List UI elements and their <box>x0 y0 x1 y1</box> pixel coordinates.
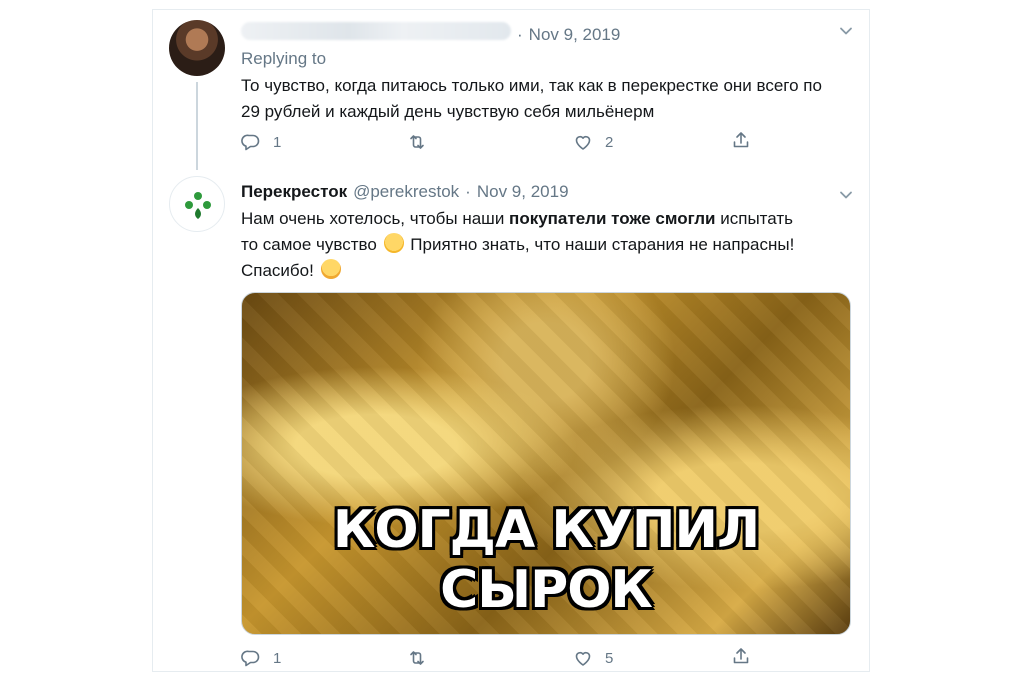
like-button[interactable]: 2 <box>573 132 739 152</box>
like-count: 5 <box>605 649 614 667</box>
text-segment: испытать <box>715 209 793 228</box>
text-bold-segment: покупатели тоже смогли <box>509 209 716 228</box>
reply-button[interactable]: 1 <box>241 648 407 668</box>
like-count: 2 <box>605 133 614 151</box>
share-button[interactable] <box>731 646 751 671</box>
tweet-header: · Nov 9, 2019 <box>241 22 849 45</box>
tweet-text: То чувство, когда питаюсь только ими, та… <box>241 76 822 121</box>
separator: · <box>465 182 471 201</box>
retweet-button[interactable] <box>407 648 573 668</box>
thread-connector-line <box>196 82 198 170</box>
share-icon <box>733 131 749 147</box>
retweet-button[interactable] <box>407 132 573 152</box>
heart-icon <box>575 651 591 666</box>
winking-face-emoji-icon <box>383 233 404 253</box>
chevron-down-icon[interactable] <box>839 24 853 38</box>
reply-tweet[interactable]: · Nov 9, 2019 Replying to То чувство, ко… <box>153 10 869 170</box>
tweet-header: Перекресток @perekrestok · Nov 9, 2019 <box>241 182 849 202</box>
like-button[interactable]: 5 <box>573 648 739 668</box>
tweet-actions: 1 2 <box>241 130 761 155</box>
brand-logo-icon <box>185 192 211 219</box>
author-handle[interactable]: @perekrestok <box>353 182 459 202</box>
reply-button[interactable]: 1 <box>241 132 407 152</box>
tweet-actions: 1 5 <box>241 646 761 671</box>
heart-icon <box>575 135 591 150</box>
reply-count: 1 <box>273 133 282 151</box>
hugging-face-emoji-icon <box>320 259 341 279</box>
tweet-thread-card: · Nov 9, 2019 Replying to То чувство, ко… <box>152 9 870 672</box>
text-segment: Нам очень хотелось, чтобы наши <box>241 209 510 228</box>
chevron-down-icon[interactable] <box>839 188 853 202</box>
avatar[interactable] <box>169 176 225 232</box>
tweet-date[interactable]: Nov 9, 2019 <box>477 182 569 202</box>
tweet-media-image[interactable]: КОГДА КУПИЛ СЫРОК <box>241 292 851 635</box>
brand-tweet[interactable]: Перекресток @perekrestok · Nov 9, 2019 Н… <box>153 170 869 673</box>
media-caption: КОГДА КУПИЛ СЫРОК <box>332 500 760 620</box>
author-name[interactable]: Перекресток <box>241 182 347 202</box>
reply-icon <box>241 134 260 151</box>
tweet-text: Нам очень хотелось, чтобы наши покупател… <box>241 206 851 284</box>
avatar[interactable] <box>169 20 225 76</box>
share-icon <box>733 647 749 663</box>
retweet-icon <box>410 651 424 665</box>
text-segment: то самое чувство <box>241 235 382 254</box>
reply-count: 1 <box>273 649 282 667</box>
replying-to-label: Replying to <box>241 49 327 68</box>
share-button[interactable] <box>731 130 751 155</box>
retweet-icon <box>410 135 424 149</box>
blurred-username <box>241 22 511 40</box>
tweet-date[interactable]: Nov 9, 2019 <box>529 25 621 45</box>
reply-icon <box>241 650 260 667</box>
separator: · <box>517 25 523 44</box>
